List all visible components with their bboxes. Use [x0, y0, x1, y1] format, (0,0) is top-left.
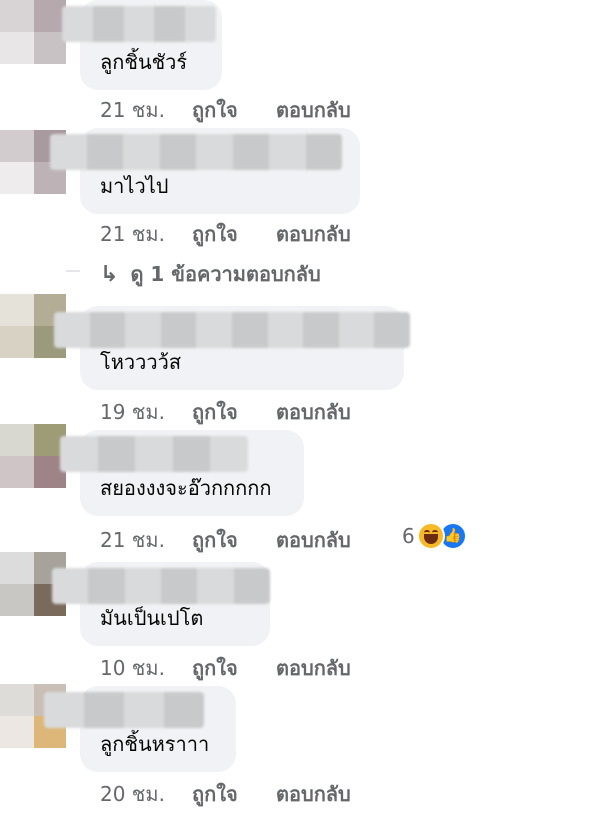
- reaction-count: 6: [402, 524, 415, 548]
- like-button[interactable]: ถูกใจ: [192, 94, 276, 126]
- reply-button[interactable]: ตอบกลับ: [276, 94, 351, 126]
- comment-actions: 20 ชม. ถูกใจ ตอบกลับ: [100, 778, 351, 810]
- reply-button[interactable]: ตอบกลับ: [276, 524, 351, 556]
- comment-actions: 19 ชม. ถูกใจ ตอบกลับ: [100, 396, 351, 428]
- comment-timestamp[interactable]: 21 ชม.: [100, 524, 192, 556]
- reply-button[interactable]: ตอบกลับ: [276, 218, 351, 250]
- view-replies-label: ดู 1 ข้อความตอบกลับ: [130, 262, 321, 286]
- blurred-author-name[interactable]: [54, 312, 410, 348]
- like-button[interactable]: ถูกใจ: [192, 218, 276, 250]
- reply-arrow-icon: ↳: [100, 261, 119, 287]
- comment-actions: 10 ชม. ถูกใจ ตอบกลับ: [100, 652, 351, 684]
- like-button[interactable]: ถูกใจ: [192, 524, 276, 556]
- comment-text: ลูกชิ้นชัวร์: [100, 50, 188, 74]
- comment-bubble: มันเป็นเปโต: [52, 562, 270, 646]
- comment-timestamp[interactable]: 20 ชม.: [100, 778, 192, 810]
- comment-bubble: ลูกชิ้นชัวร์: [62, 0, 222, 90]
- comment-bubble: โหวววว้ส: [54, 306, 410, 390]
- like-button[interactable]: ถูกใจ: [192, 652, 276, 684]
- blurred-author-name[interactable]: [44, 692, 204, 728]
- view-replies-link[interactable]: ↳ ดู 1 ข้อความตอบกลับ: [100, 258, 321, 290]
- reply-button[interactable]: ตอบกลับ: [276, 652, 351, 684]
- blurred-author-name[interactable]: [50, 134, 342, 170]
- comment-text: ลูกชิ้นหราาา: [100, 732, 210, 756]
- blurred-author-name[interactable]: [60, 436, 248, 472]
- avatar[interactable]: [0, 0, 66, 64]
- haha-reaction-icon: [416, 522, 445, 550]
- comment-text: มันเป็นเปโต: [100, 606, 204, 630]
- blurred-author-name[interactable]: [62, 6, 216, 42]
- comment-actions: 21 ชม. ถูกใจ ตอบกลับ: [100, 94, 351, 126]
- comment-timestamp[interactable]: 19 ชม.: [100, 396, 192, 428]
- like-button[interactable]: ถูกใจ: [192, 778, 276, 810]
- comment-bubble: ลูกชิ้นหราาา: [44, 686, 236, 772]
- avatar[interactable]: [0, 424, 66, 488]
- reply-button[interactable]: ตอบกลับ: [276, 396, 351, 428]
- comment-timestamp[interactable]: 10 ชม.: [100, 652, 192, 684]
- blurred-author-name[interactable]: [52, 568, 270, 604]
- comment-actions: 21 ชม. ถูกใจ ตอบกลับ: [100, 524, 351, 556]
- comment-text: โหวววว้ส: [100, 350, 182, 374]
- like-button[interactable]: ถูกใจ: [192, 396, 276, 428]
- thread-line: [66, 270, 80, 272]
- comment-timestamp[interactable]: 21 ชม.: [100, 218, 192, 250]
- comment-text: สยองงงจะอ๊วกกกกก: [100, 476, 272, 500]
- comment-bubble: มาไวไป: [50, 128, 360, 214]
- reaction-summary[interactable]: 6 👍: [402, 522, 467, 550]
- comment-text: มาไวไป: [100, 174, 169, 198]
- reply-button[interactable]: ตอบกลับ: [276, 778, 351, 810]
- comment-timestamp[interactable]: 21 ชม.: [100, 94, 192, 126]
- comment-actions: 21 ชม. ถูกใจ ตอบกลับ: [100, 218, 351, 250]
- comment-bubble: สยองงงจะอ๊วกกกกก: [60, 430, 304, 516]
